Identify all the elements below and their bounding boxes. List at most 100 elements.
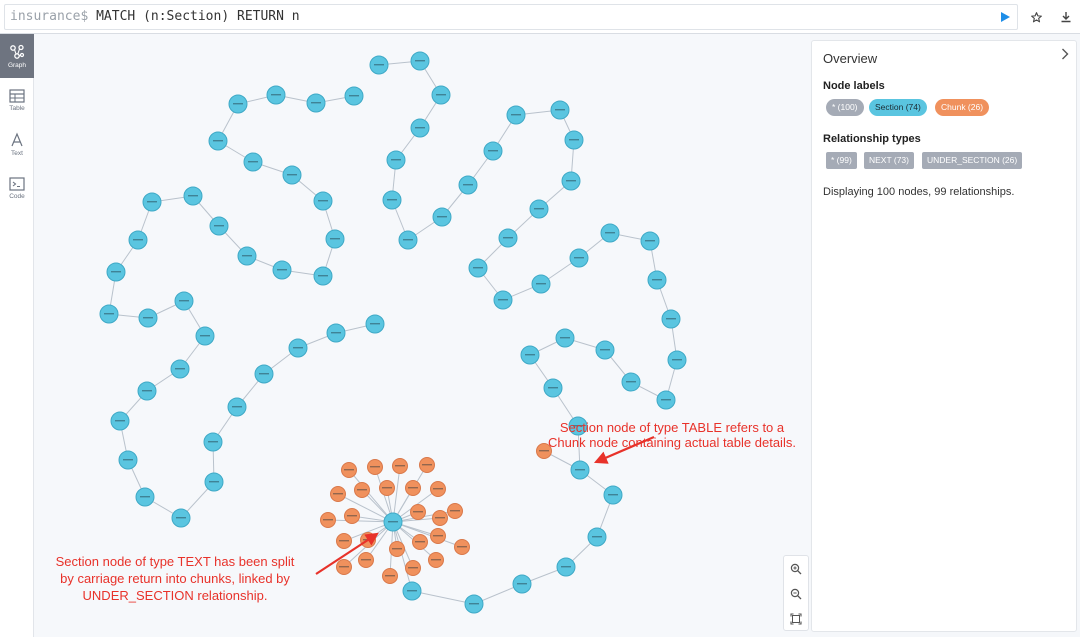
section-node[interactable] (254, 364, 274, 384)
section-node[interactable] (550, 100, 570, 120)
rel-type-under-section[interactable]: UNDER_SECTION (26) (922, 152, 1023, 169)
section-node[interactable] (410, 118, 430, 138)
section-node[interactable] (600, 223, 620, 243)
section-node[interactable] (398, 230, 418, 250)
section-node[interactable] (266, 85, 286, 105)
section-node[interactable] (561, 171, 581, 191)
chunk-node[interactable] (447, 503, 463, 519)
section-node[interactable] (171, 508, 191, 528)
rail-text[interactable]: Text (0, 122, 34, 166)
chunk-node[interactable] (358, 552, 374, 568)
rel-type-all[interactable]: * (99) (826, 152, 857, 169)
section-node[interactable] (531, 274, 551, 294)
section-node[interactable] (195, 326, 215, 346)
section-node[interactable] (325, 229, 345, 249)
run-query-button[interactable] (994, 6, 1016, 28)
chunk-node[interactable] (405, 560, 421, 576)
section-node[interactable] (483, 141, 503, 161)
rail-table[interactable]: Table (0, 78, 34, 122)
section-node[interactable] (282, 165, 302, 185)
section-node[interactable] (118, 450, 138, 470)
chunk-node[interactable] (430, 481, 446, 497)
section-node[interactable] (237, 246, 257, 266)
section-node[interactable] (402, 581, 422, 601)
section-node[interactable] (209, 216, 229, 236)
section-node[interactable] (106, 262, 126, 282)
chunk-node[interactable] (430, 528, 446, 544)
section-node[interactable] (564, 130, 584, 150)
download-button[interactable] (1055, 6, 1077, 28)
section-node[interactable] (506, 105, 526, 125)
section-node[interactable] (99, 304, 119, 324)
section-node[interactable] (468, 258, 488, 278)
section-node[interactable] (640, 231, 660, 251)
section-node[interactable] (344, 86, 364, 106)
chunk-node[interactable] (354, 482, 370, 498)
section-node[interactable] (243, 152, 263, 172)
chunk-node[interactable] (389, 541, 405, 557)
node-label-section[interactable]: Section (74) (869, 99, 927, 116)
chunk-node[interactable] (454, 539, 470, 555)
section-node[interactable] (228, 94, 248, 114)
graph-canvas[interactable]: Section node of type TABLE refers to a C… (34, 34, 810, 637)
chunk-node[interactable] (412, 534, 428, 550)
chunk-node[interactable] (336, 533, 352, 549)
section-node[interactable] (656, 390, 676, 410)
section-node[interactable] (555, 328, 575, 348)
section-node[interactable] (138, 308, 158, 328)
query-editor[interactable]: insurance$ MATCH (n:Section) RETURN n (4, 4, 1018, 30)
chunk-node[interactable] (382, 568, 398, 584)
section-node[interactable] (556, 557, 576, 577)
relationship-edge[interactable] (411, 590, 475, 605)
section-node[interactable] (128, 230, 148, 250)
section-node[interactable] (647, 270, 667, 290)
graph-visualization[interactable] (34, 34, 810, 637)
section-node[interactable] (382, 190, 402, 210)
section-node[interactable] (326, 323, 346, 343)
section-node[interactable] (142, 192, 162, 212)
section-node[interactable] (493, 290, 513, 310)
section-node[interactable] (621, 372, 641, 392)
section-node[interactable] (204, 472, 224, 492)
section-node[interactable] (174, 291, 194, 311)
favorite-button[interactable] (1025, 6, 1047, 28)
collapse-panel-button[interactable] (1058, 47, 1072, 61)
section-node[interactable] (272, 260, 292, 280)
section-node[interactable] (603, 485, 623, 505)
section-node[interactable] (431, 85, 451, 105)
zoom-in-button[interactable] (784, 556, 808, 581)
section-node[interactable] (512, 574, 532, 594)
section-node[interactable] (313, 266, 333, 286)
section-node[interactable] (135, 487, 155, 507)
section-node[interactable] (498, 228, 518, 248)
section-node[interactable] (570, 460, 590, 480)
section-node[interactable] (667, 350, 687, 370)
section-node[interactable] (365, 314, 385, 334)
section-node[interactable] (183, 186, 203, 206)
section-node[interactable] (227, 397, 247, 417)
chunk-node[interactable] (341, 462, 357, 478)
chunk-node[interactable] (410, 504, 426, 520)
section-node[interactable] (313, 191, 333, 211)
chunk-node[interactable] (405, 480, 421, 496)
section-node[interactable] (464, 594, 484, 614)
section-node[interactable] (369, 55, 389, 75)
section-node[interactable] (458, 175, 478, 195)
section-node[interactable] (520, 345, 540, 365)
node-label-chunk[interactable]: Chunk (26) (935, 99, 990, 116)
rail-graph[interactable]: Graph (0, 34, 34, 78)
fit-view-button[interactable] (784, 606, 808, 631)
chunk-node[interactable] (336, 559, 352, 575)
rel-type-next[interactable]: NEXT (73) (864, 152, 914, 169)
chunk-node[interactable] (330, 486, 346, 502)
node-label-all[interactable]: * (100) (826, 99, 864, 116)
section-node[interactable] (110, 411, 130, 431)
section-node[interactable] (170, 359, 190, 379)
section-node[interactable] (383, 512, 403, 532)
rail-code[interactable]: Code (0, 166, 34, 210)
chunk-node[interactable] (320, 512, 336, 528)
section-node[interactable] (587, 527, 607, 547)
section-node[interactable] (661, 309, 681, 329)
chunk-node[interactable] (367, 459, 383, 475)
chunk-node[interactable] (419, 457, 435, 473)
